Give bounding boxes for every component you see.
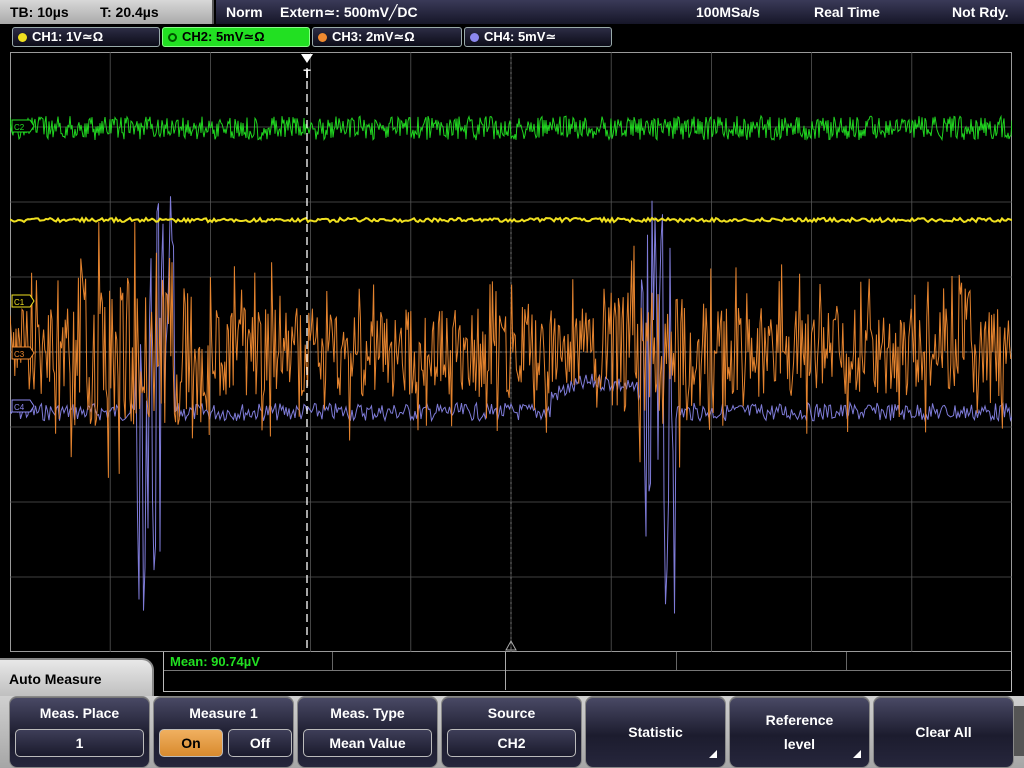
ch4-label: CH4: 5mV≃ bbox=[484, 29, 557, 44]
menu-scroll-tab[interactable] bbox=[1014, 706, 1024, 756]
ch3-marker-label: C3 bbox=[14, 350, 25, 359]
mean-readout: Mean: 90.74µV bbox=[170, 654, 260, 669]
measurement-separator bbox=[505, 652, 506, 690]
menu-title: Auto Measure bbox=[0, 658, 154, 698]
ch2-label: CH2: 5mV≃Ω bbox=[182, 29, 265, 44]
meas-type-value[interactable]: Mean Value bbox=[303, 729, 432, 757]
ch3-label: CH3: 2mV≃Ω bbox=[332, 29, 415, 44]
measurement-separator bbox=[332, 652, 333, 670]
trigger-mode: Norm bbox=[226, 4, 263, 20]
meas-place-value[interactable]: 1 bbox=[15, 729, 144, 757]
meas-place-title: Meas. Place bbox=[39, 705, 120, 721]
ch2-marker-label: C2 bbox=[14, 123, 25, 132]
measure-1-key[interactable]: Measure 1 On Off bbox=[153, 696, 294, 768]
acquisition-mode: Real Time bbox=[814, 4, 880, 20]
ch2-tab[interactable]: CH2: 5mV≃Ω bbox=[162, 27, 310, 47]
ch1-dot-icon bbox=[18, 33, 27, 42]
ch4-offset-marker: C4 bbox=[11, 399, 35, 413]
reference-label-line2: level bbox=[783, 736, 816, 752]
ch1-marker-label: C1 bbox=[14, 298, 25, 307]
ch3-offset-marker: C3 bbox=[11, 346, 35, 360]
statistic-key[interactable]: Statistic bbox=[585, 696, 726, 768]
ch4-marker-label: C4 bbox=[14, 403, 25, 412]
ch2-offset-marker: C2 bbox=[11, 119, 35, 133]
trigger-time-readout: T: 20.4µs bbox=[100, 4, 159, 20]
timebase-panel[interactable]: TB: 10µs T: 20.4µs bbox=[0, 0, 214, 24]
ch3-dot-icon bbox=[318, 33, 327, 42]
ch1-offset-marker: C1 bbox=[11, 294, 35, 308]
measurement-separator bbox=[676, 652, 677, 670]
ch3-tab[interactable]: CH3: 2mV≃Ω bbox=[312, 27, 462, 47]
measurement-separator bbox=[846, 652, 847, 670]
meas-place-key[interactable]: Meas. Place 1 bbox=[9, 696, 150, 768]
softkey-menu: Meas. Place 1 Measure 1 On Off Meas. Typ… bbox=[0, 696, 1024, 768]
ch4-dot-icon bbox=[470, 33, 479, 42]
submenu-arrow-icon bbox=[853, 750, 861, 758]
source-key[interactable]: Source CH2 bbox=[441, 696, 582, 768]
source-title: Source bbox=[487, 705, 536, 721]
ch4-tab[interactable]: CH4: 5mV≃ bbox=[464, 27, 612, 47]
waveform-display[interactable]: C2 C1 C3 C4 T bbox=[10, 52, 1012, 652]
source-value[interactable]: CH2 bbox=[447, 729, 576, 757]
reference-label-line1: Reference bbox=[765, 712, 834, 728]
ch1-label: CH1: 1V≃Ω bbox=[32, 29, 104, 44]
ch1-tab[interactable]: CH1: 1V≃Ω bbox=[12, 27, 160, 47]
ch2-dot-icon bbox=[168, 33, 177, 42]
trigger-marker-label: T bbox=[303, 67, 311, 81]
submenu-arrow-icon bbox=[709, 750, 717, 758]
measure-on-button[interactable]: On bbox=[159, 729, 223, 757]
measurement-divider bbox=[164, 670, 1012, 671]
meas-type-title: Meas. Type bbox=[330, 705, 405, 721]
sample-rate: 100MSa/s bbox=[696, 4, 760, 20]
meas-type-key[interactable]: Meas. Type Mean Value bbox=[297, 696, 438, 768]
measure-off-button[interactable]: Off bbox=[228, 729, 292, 757]
timebase-readout: TB: 10µs bbox=[10, 4, 69, 20]
trigger-status-bar[interactable]: Norm Extern≃: 500mV╱DC 100MSa/s Real Tim… bbox=[216, 0, 1024, 24]
reference-level-key[interactable]: Reference level bbox=[729, 696, 870, 768]
run-state: Not Rdy. bbox=[952, 4, 1009, 20]
trigger-source: Extern≃: 500mV╱DC bbox=[280, 4, 418, 20]
channel-bar: CH1: 1V≃Ω CH2: 5mV≃Ω CH3: 2mV≃Ω CH4: 5mV… bbox=[0, 24, 1024, 50]
clear-all-key[interactable]: Clear All bbox=[873, 696, 1014, 768]
measurement-panel: Mean: 90.74µV bbox=[163, 652, 1012, 692]
measure-1-title: Measure 1 bbox=[189, 705, 258, 721]
statistic-label: Statistic bbox=[628, 724, 683, 740]
clear-all-label: Clear All bbox=[915, 724, 972, 740]
